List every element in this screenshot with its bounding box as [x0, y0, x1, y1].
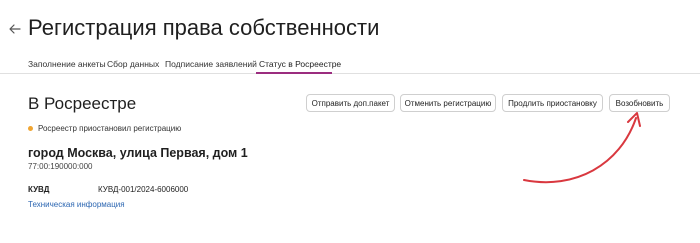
send-additional-package-button[interactable]: Отправить доп.пакет	[306, 94, 395, 112]
cadastral-number: 77:00:190000:000	[28, 162, 93, 171]
tab-signing[interactable]: Подписание заявлений	[165, 59, 257, 69]
kuvd-value: КУВД-001/2024-6006000	[98, 185, 189, 194]
tab-rosreestr-status[interactable]: Статус в Росреестре	[259, 59, 341, 69]
active-tab-indicator	[256, 72, 332, 74]
tab-questionnaire[interactable]: Заполнение анкеты	[28, 59, 106, 69]
property-address: город Москва, улица Первая, дом 1	[28, 146, 248, 160]
extend-suspension-button[interactable]: Продлить приостановку	[502, 94, 603, 112]
back-button[interactable]	[7, 21, 23, 37]
tab-bar: Заполнение анкеты Сбор данных Подписание…	[0, 53, 700, 74]
resume-button[interactable]: Возобновить	[609, 94, 670, 112]
arrow-left-icon	[9, 24, 21, 34]
status-dot-icon	[28, 125, 33, 131]
cancel-registration-button[interactable]: Отменить регистрацию	[400, 94, 496, 112]
tab-data-collection[interactable]: Сбор данных	[107, 59, 159, 69]
page-title: Регистрация права собственности	[28, 15, 380, 40]
kuvd-label: КУВД	[28, 185, 50, 194]
technical-info-link[interactable]: Техническая информация	[28, 200, 125, 209]
status-text: Росреестр приостановил регистрацию	[38, 123, 182, 133]
section-title: В Росреестре	[28, 94, 137, 113]
registration-status: Росреестр приостановил регистрацию	[28, 122, 181, 134]
